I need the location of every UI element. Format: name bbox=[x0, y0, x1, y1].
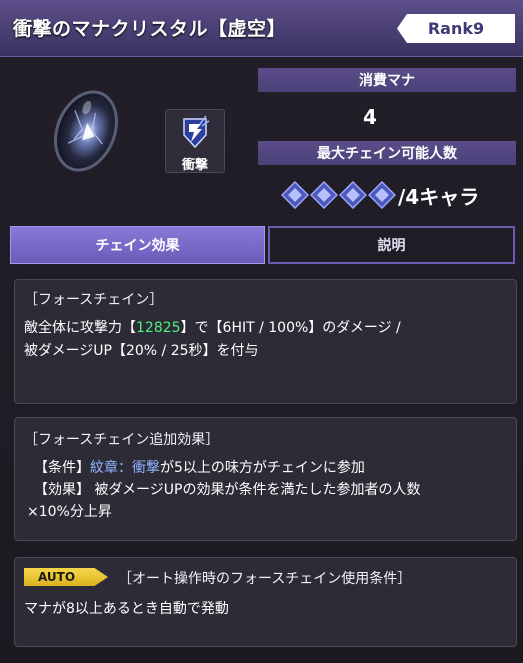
auto-condition-line: マナが8以上あるとき自動で発動 bbox=[24, 601, 229, 617]
chain-slot-icon bbox=[281, 181, 309, 209]
tab-bar: チェイン効果 説明 bbox=[10, 226, 515, 264]
attribute-label: 衝撃 bbox=[181, 158, 208, 173]
force-chain-extra-title: ［フォースチェイン追加効果］ bbox=[24, 432, 220, 448]
max-chain-label: 最大チェイン可能人数 bbox=[258, 141, 516, 165]
condition-line: 【条件】紋章：衝撃が5以上の味方がチェインに参加 bbox=[34, 460, 365, 476]
rank-badge: Rank9 bbox=[397, 14, 515, 43]
mana-cost-value: 4 bbox=[363, 105, 377, 129]
impact-icon bbox=[183, 115, 210, 149]
auto-title: ［オート操作時のフォースチェイン使用条件］ bbox=[118, 571, 412, 587]
force-chain-line-1: 敵全体に攻撃力【12825】で【6HIT / 100%】のダメージ / bbox=[24, 320, 401, 336]
chain-count-row: /4キャラ bbox=[281, 180, 479, 210]
chain-slot-icon bbox=[368, 181, 396, 209]
force-chain-panel: ［フォースチェイン］ 敵全体に攻撃力【12825】で【6HIT / 100%】の… bbox=[14, 279, 517, 404]
force-chain-extra-panel: ［フォースチェイン追加効果］ 【条件】紋章：衝撃が5以上の味方がチェインに参加 … bbox=[14, 417, 517, 541]
attack-value: 12825 bbox=[136, 320, 181, 336]
force-chain-title: ［フォースチェイン］ bbox=[24, 292, 164, 308]
mana-cost-label: 消費マナ bbox=[258, 68, 516, 92]
crest-highlight: 紋章：衝撃 bbox=[90, 460, 160, 476]
chain-slot-icon bbox=[310, 181, 338, 209]
auto-condition-panel: AUTO ［オート操作時のフォースチェイン使用条件］ マナが8以上あるとき自動で… bbox=[14, 557, 517, 647]
chain-slot-icon bbox=[339, 181, 367, 209]
page-title: 衝撃のマナクリスタル【虚空】 bbox=[13, 18, 287, 40]
chain-count-text: /4キャラ bbox=[398, 184, 480, 209]
effect-line-1: 【効果】 被ダメージUPの効果が条件を満たした参加者の人数 bbox=[34, 482, 421, 498]
header-bar: 衝撃のマナクリスタル【虚空】 Rank9 bbox=[0, 0, 523, 57]
crystal-icon bbox=[48, 81, 124, 181]
tab-description[interactable]: 説明 bbox=[268, 226, 515, 264]
force-chain-line-2: 被ダメージUP【20% / 25秒】を付与 bbox=[24, 343, 259, 359]
auto-badge: AUTO bbox=[24, 568, 108, 586]
effect-line-2: ×10%分上昇 bbox=[27, 504, 112, 520]
tab-chain-effect[interactable]: チェイン効果 bbox=[10, 226, 265, 264]
attribute-badge: 衝撃 bbox=[165, 109, 225, 173]
